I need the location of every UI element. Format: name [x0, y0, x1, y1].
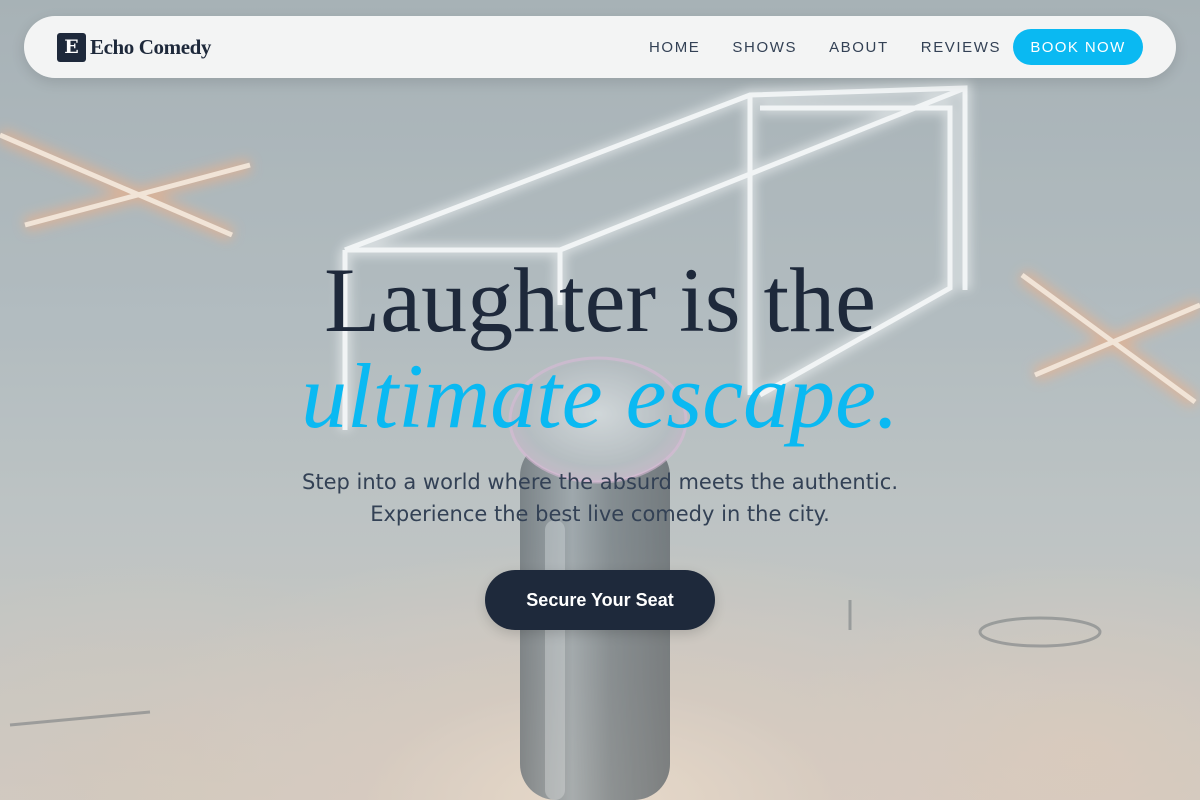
book-now-button[interactable]: BOOK NOW [1013, 29, 1143, 65]
nav-link-shows[interactable]: SHOWS [732, 39, 797, 56]
nav-link-home[interactable]: HOME [649, 39, 700, 56]
nav-links: HOME SHOWS ABOUT REVIEWS [649, 37, 1033, 57]
brand-name: Echo Comedy [90, 34, 212, 59]
hero-title-line2: ultimate escape. [301, 345, 899, 447]
brand-logo[interactable]: E Echo Comedy [57, 32, 211, 62]
hero-title-line1: Laughter is the [324, 249, 876, 351]
secure-seat-button[interactable]: Secure Your Seat [485, 570, 715, 630]
nav-link-about[interactable]: ABOUT [829, 39, 889, 56]
top-navbar: E Echo Comedy HOME SHOWS ABOUT REVIEWS B… [24, 16, 1176, 78]
hero-title: Laughter is the ultimate escape. [0, 250, 1200, 446]
hero-subtitle-line1: Step into a world where the absurd meets… [302, 470, 898, 494]
logo-mark-icon: E [57, 32, 86, 62]
hero-subtitle-line2: Experience the best live comedy in the c… [370, 502, 830, 526]
nav-link-reviews[interactable]: REVIEWS [921, 39, 1001, 56]
hero-subtitle: Step into a world where the absurd meets… [0, 466, 1200, 530]
